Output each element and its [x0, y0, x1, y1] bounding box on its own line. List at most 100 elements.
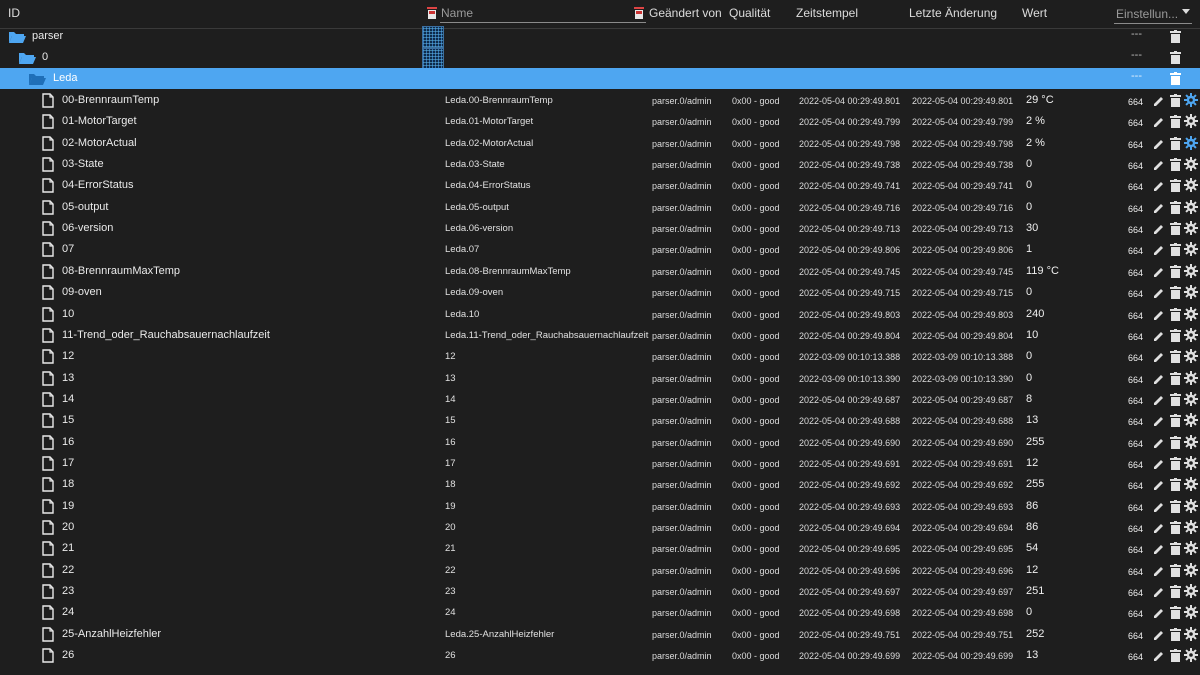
state-value[interactable]: 0: [1026, 372, 1032, 384]
gear-icon[interactable]: [1184, 199, 1198, 214]
state-acl[interactable]: 664: [1128, 481, 1143, 491]
state-value[interactable]: 13: [1026, 649, 1038, 661]
pencil-icon[interactable]: [1153, 437, 1165, 449]
pencil-icon[interactable]: [1153, 266, 1165, 278]
gear-icon[interactable]: [1184, 434, 1198, 449]
state-row[interactable]: 14 14 parser.0/admin 0x00 - good 2022-05…: [0, 389, 1200, 410]
state-row[interactable]: 02-MotorActual Leda.02-MotorActual parse…: [0, 133, 1200, 154]
trash-icon[interactable]: [1170, 521, 1181, 534]
header-timestamp[interactable]: Zeitstempel: [796, 6, 858, 20]
state-value[interactable]: 255: [1026, 478, 1044, 490]
pencil-icon[interactable]: [1153, 138, 1165, 150]
state-acl[interactable]: 664: [1128, 225, 1143, 235]
gear-icon[interactable]: [1184, 242, 1198, 257]
trash-icon[interactable]: [1170, 478, 1181, 492]
pencil-icon[interactable]: [1153, 607, 1165, 619]
pencil-icon[interactable]: [1153, 501, 1165, 513]
state-value[interactable]: 0: [1026, 350, 1032, 362]
tree-row-0[interactable]: 0 ---: [0, 47, 1200, 70]
state-value[interactable]: 30: [1026, 222, 1038, 234]
state-row[interactable]: 08-BrennraumMaxTemp Leda.08-BrennraumMax…: [0, 261, 1200, 282]
state-row[interactable]: 22 22 parser.0/admin 0x00 - good 2022-05…: [0, 560, 1200, 581]
trash-icon[interactable]: [1170, 435, 1181, 449]
state-acl[interactable]: 664: [1128, 161, 1143, 171]
gear-icon[interactable]: [1184, 498, 1198, 513]
state-value[interactable]: 1: [1026, 243, 1032, 255]
trash-icon[interactable]: [1170, 542, 1181, 556]
trash-icon[interactable]: [1170, 307, 1181, 321]
trash-icon[interactable]: [1170, 456, 1181, 470]
state-acl[interactable]: 664: [1128, 503, 1143, 513]
state-value[interactable]: 119 °C: [1026, 265, 1059, 277]
pencil-icon[interactable]: [1153, 415, 1165, 427]
state-acl[interactable]: 664: [1128, 97, 1143, 107]
state-row[interactable]: 11-Trend_oder_Rauchabsauernachlaufzeit L…: [0, 325, 1200, 346]
gear-icon[interactable]: [1184, 477, 1198, 492]
state-row[interactable]: 17 17 parser.0/admin 0x00 - good 2022-05…: [0, 453, 1200, 474]
state-acl[interactable]: 664: [1128, 311, 1143, 321]
state-value[interactable]: 2 %: [1026, 137, 1045, 149]
trash-icon[interactable]: [1170, 115, 1181, 129]
pencil-icon[interactable]: [1153, 543, 1165, 555]
state-row[interactable]: 18 18 parser.0/admin 0x00 - good 2022-05…: [0, 474, 1200, 495]
pencil-icon[interactable]: [1153, 180, 1165, 192]
state-value[interactable]: 10: [1026, 329, 1038, 341]
gear-icon[interactable]: [1184, 605, 1198, 620]
state-value[interactable]: 0: [1026, 158, 1032, 170]
trash-icon[interactable]: [1170, 563, 1181, 577]
tree-row-parser[interactable]: parser ---: [0, 26, 1200, 48]
trash-icon[interactable]: [1170, 94, 1181, 107]
state-acl[interactable]: 664: [1128, 289, 1143, 299]
pencil-icon[interactable]: [1153, 479, 1165, 491]
state-value[interactable]: 86: [1026, 521, 1038, 533]
state-value[interactable]: 252: [1026, 628, 1044, 640]
state-row[interactable]: 07 Leda.07 parser.0/admin 0x00 - good 20…: [0, 239, 1200, 260]
gear-icon[interactable]: [1184, 221, 1198, 236]
trash-icon[interactable]: [1170, 179, 1181, 193]
gear-icon[interactable]: [1184, 584, 1198, 599]
gear-icon[interactable]: [1184, 93, 1198, 107]
pencil-icon[interactable]: [1153, 116, 1165, 128]
filter-clear-icon[interactable]: [426, 6, 438, 20]
state-acl[interactable]: 664: [1128, 204, 1143, 214]
gear-icon[interactable]: [1184, 114, 1198, 129]
state-value[interactable]: 0: [1026, 201, 1032, 213]
state-row[interactable]: 06-version Leda.06-version parser.0/admi…: [0, 218, 1200, 239]
trash-icon[interactable]: [1170, 328, 1181, 342]
state-row[interactable]: 00-BrennraumTemp Leda.00-BrennraumTemp p…: [0, 90, 1200, 111]
pencil-icon[interactable]: [1153, 351, 1165, 363]
trash-icon[interactable]: [1170, 72, 1181, 85]
pencil-icon[interactable]: [1153, 223, 1165, 235]
state-row[interactable]: 03-State Leda.03-State parser.0/admin 0x…: [0, 154, 1200, 175]
pencil-icon[interactable]: [1153, 95, 1165, 107]
trash-icon[interactable]: [1170, 649, 1181, 663]
trash-icon[interactable]: [1170, 158, 1181, 172]
gear-icon[interactable]: [1184, 263, 1198, 278]
state-row[interactable]: 05-output Leda.05-output parser.0/admin …: [0, 197, 1200, 218]
trash-icon[interactable]: [1170, 585, 1181, 599]
state-row[interactable]: 15 15 parser.0/admin 0x00 - good 2022-05…: [0, 410, 1200, 431]
gear-icon[interactable]: [1184, 520, 1198, 534]
state-acl[interactable]: 664: [1128, 652, 1143, 662]
pencil-icon[interactable]: [1153, 287, 1165, 299]
gear-icon[interactable]: [1184, 327, 1198, 342]
gear-icon[interactable]: [1184, 391, 1198, 406]
state-acl[interactable]: 664: [1128, 609, 1143, 619]
state-acl[interactable]: 664: [1128, 353, 1143, 363]
state-acl[interactable]: 664: [1128, 182, 1143, 192]
folder-open-icon[interactable]: [28, 72, 46, 86]
trash-icon[interactable]: [1170, 30, 1181, 43]
state-value[interactable]: 29 °C: [1026, 94, 1054, 106]
header-changed-by[interactable]: Geändert von: [649, 6, 722, 20]
state-value[interactable]: 8: [1026, 393, 1032, 405]
header-quality[interactable]: Qualität: [729, 6, 770, 20]
pencil-icon[interactable]: [1153, 458, 1165, 470]
tree-row-leda[interactable]: Leda ---: [0, 68, 1200, 89]
state-value[interactable]: 240: [1026, 308, 1044, 320]
trash-icon[interactable]: [1170, 392, 1181, 406]
state-row[interactable]: 25-AnzahlHeizfehler Leda.25-AnzahlHeizfe…: [0, 624, 1200, 645]
state-row[interactable]: 19 19 parser.0/admin 0x00 - good 2022-05…: [0, 496, 1200, 517]
pencil-icon[interactable]: [1153, 330, 1165, 342]
gear-icon[interactable]: [1184, 455, 1198, 470]
header-last-change[interactable]: Letzte Änderung: [909, 6, 997, 20]
